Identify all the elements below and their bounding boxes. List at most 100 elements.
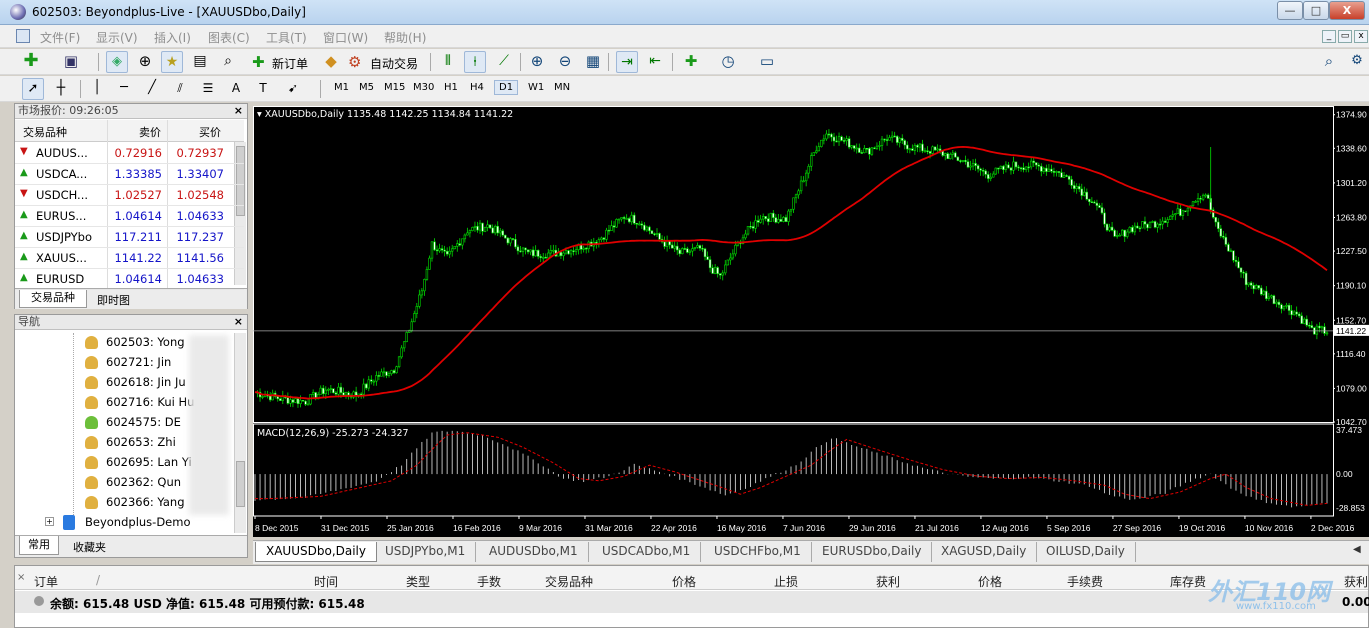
indicators-icon[interactable]: ✚ <box>680 51 702 73</box>
zoom-out-icon[interactable]: ⊖ <box>554 51 576 73</box>
chart-tab-audusd[interactable]: AUDUSDbo,M1 <box>479 542 589 562</box>
col-price[interactable]: 价格 <box>672 573 696 590</box>
menu-window[interactable]: 窗口(W) <box>323 29 368 46</box>
market-watch-row[interactable]: ▼ USDCH... 1.02527 1.02548 <box>15 185 244 206</box>
col-symbol[interactable]: 交易品种 <box>23 124 67 140</box>
market-watch-row[interactable]: ▲ USDJPYbo 117.211 117.237 <box>15 227 244 248</box>
scrollbar-thumb[interactable] <box>236 461 245 507</box>
tab-symbols[interactable]: 交易品种 <box>19 289 87 308</box>
navigator-scrollbar[interactable] <box>234 333 246 533</box>
col-tp[interactable]: 获利 <box>876 573 900 590</box>
chart-tab-usdjpy[interactable]: USDJPYbo,M1 <box>375 542 477 562</box>
chart-tab-usdchf[interactable]: USDCHFbo,M1 <box>704 542 812 562</box>
candlestick-icon[interactable]: ⍿ <box>464 51 486 73</box>
market-watch-row[interactable]: ▲ USDCA... 1.33385 1.33407 <box>15 164 244 185</box>
periods-icon[interactable]: ◷ <box>717 51 739 73</box>
timeframe-mn[interactable]: MN <box>554 82 570 93</box>
menu-help[interactable]: 帮助(H) <box>384 29 426 46</box>
mdi-minimize-button[interactable]: _ <box>1322 30 1336 43</box>
strategy-tester-icon[interactable]: ⌕ <box>217 51 239 73</box>
timeframe-m1[interactable]: M1 <box>334 82 349 93</box>
menu-insert[interactable]: 插入(I) <box>154 29 191 46</box>
col-lots[interactable]: 手数 <box>477 573 501 590</box>
metaeditor-icon[interactable]: ◆ <box>320 51 342 73</box>
auto-trading-button[interactable]: ⚙ 自动交易 <box>346 53 424 73</box>
data-window-icon[interactable]: ⊕ <box>134 51 156 73</box>
timeframe-m15[interactable]: M15 <box>384 82 405 93</box>
terminal-toggle-icon[interactable]: ▤ <box>189 51 211 73</box>
chart-tab-oilusd[interactable]: OILUSD,Daily <box>1036 542 1136 562</box>
fibonacci-icon[interactable]: ☰ <box>197 78 219 100</box>
search-icon[interactable]: ⌕ <box>1318 51 1340 73</box>
horizontal-line-icon[interactable]: ─ <box>113 78 135 100</box>
menu-chart[interactable]: 图表(C) <box>208 29 250 46</box>
col-symbol-terminal[interactable]: 交易品种 <box>545 573 593 590</box>
tab-common[interactable]: 常用 <box>19 536 59 555</box>
settings-icon[interactable]: ⚙ <box>1346 51 1368 73</box>
chart-tab-usdcad[interactable]: USDCADbo,M1 <box>592 542 702 562</box>
market-watch-row[interactable]: ▲ EURUSD 1.04614 1.04633 <box>15 269 244 290</box>
chart-shift-icon[interactable]: ⇤ <box>644 51 666 73</box>
col-type[interactable]: 类型 <box>406 573 430 590</box>
tab-favorites[interactable]: 收藏夹 <box>73 539 106 555</box>
chart-tab-xagusd[interactable]: XAGUSD,Daily <box>931 542 1038 562</box>
cursor-icon[interactable]: ➚ <box>22 78 44 100</box>
mdi-restore-button[interactable]: ▭ <box>1338 30 1352 43</box>
auto-scroll-icon[interactable]: ⇥ <box>616 51 638 73</box>
col-profit[interactable]: 获利 <box>1344 573 1368 590</box>
new-chart-icon[interactable]: ✚ <box>20 51 42 73</box>
menu-file[interactable]: 文件(F) <box>40 29 80 46</box>
menu-tools[interactable]: 工具(T) <box>266 29 307 46</box>
col-sl[interactable]: 止损 <box>774 573 798 590</box>
market-watch-row[interactable]: ▲ XAUUS... 1141.22 1141.56 <box>15 248 244 269</box>
market-watch-row[interactable]: ▼ AUDUS... 0.72916 0.72937 <box>15 143 244 164</box>
tile-windows-icon[interactable]: ▦ <box>582 51 604 73</box>
market-watch-close-icon[interactable]: × <box>234 104 243 118</box>
chart-canvas[interactable]: 1374.90 1338.60 1301.20 1263.80 1227.50 1190.… <box>253 106 1369 537</box>
col-order[interactable]: 订单 <box>34 573 58 590</box>
menu-view[interactable]: 显示(V) <box>96 29 138 46</box>
crosshair-icon[interactable]: ┼ <box>50 78 72 100</box>
navigator-toggle-icon[interactable]: ★ <box>161 51 183 73</box>
col-bid[interactable]: 卖价 <box>139 124 161 140</box>
text-label-icon[interactable]: T <box>252 78 274 100</box>
market-watch-toggle-icon[interactable]: ◈ <box>106 51 128 73</box>
chart-tab-xauusd[interactable]: XAUUSDbo,Daily <box>255 542 377 562</box>
tabs-scroll-left-icon[interactable]: ◀ <box>1353 544 1361 555</box>
candle-body <box>337 386 340 395</box>
zoom-in-icon[interactable]: ⊕ <box>526 51 548 73</box>
bar-chart-icon[interactable]: ⫴ <box>437 51 459 73</box>
col-time[interactable]: 时间 <box>314 573 338 590</box>
expand-icon[interactable]: + <box>45 517 54 526</box>
navigator-close-icon[interactable]: × <box>234 315 243 329</box>
market-watch-row[interactable]: ▲ EURUS... 1.04614 1.04633 <box>15 206 244 227</box>
col-commission[interactable]: 手续费 <box>1067 573 1103 590</box>
timeframe-h1[interactable]: H1 <box>444 82 458 93</box>
tab-tick-chart[interactable]: 即时图 <box>97 292 130 308</box>
terminal-close-icon[interactable]: × <box>17 572 25 583</box>
new-order-button[interactable]: ✚ 新订单 <box>248 53 318 73</box>
price-chart[interactable]: 1374.90 1338.60 1301.20 1263.80 1227.50 1190.… <box>253 106 1369 537</box>
chart-tab-eurusd[interactable]: EURUSDbo,Daily <box>812 542 933 562</box>
close-button[interactable]: X <box>1329 1 1365 20</box>
line-chart-icon[interactable]: ⟋ <box>493 51 515 73</box>
equidistant-channel-icon[interactable]: ⫽ <box>169 78 191 100</box>
col-ask[interactable]: 买价 <box>199 124 221 140</box>
mdi-close-button[interactable]: x <box>1354 30 1368 43</box>
col-swap[interactable]: 库存费 <box>1170 573 1206 590</box>
arrows-icon[interactable]: ➹ <box>282 78 304 100</box>
templates-icon[interactable]: ▭ <box>756 51 778 73</box>
timeframe-m30[interactable]: M30 <box>413 82 434 93</box>
chart-window-icon[interactable] <box>16 29 30 43</box>
profiles-icon[interactable]: ▣ <box>60 51 82 73</box>
vertical-line-icon[interactable]: │ <box>86 78 108 100</box>
minimize-button[interactable]: — <box>1277 1 1303 20</box>
timeframe-m5[interactable]: M5 <box>359 82 374 93</box>
col-current-price[interactable]: 价格 <box>978 573 1002 590</box>
timeframe-h4[interactable]: H4 <box>470 82 484 93</box>
trendline-icon[interactable]: ╱ <box>141 78 163 100</box>
text-tool-icon[interactable]: A <box>225 78 247 100</box>
maximize-button[interactable]: □ <box>1303 1 1329 20</box>
timeframe-d1[interactable]: D1 <box>494 80 519 95</box>
timeframe-w1[interactable]: W1 <box>528 82 544 93</box>
